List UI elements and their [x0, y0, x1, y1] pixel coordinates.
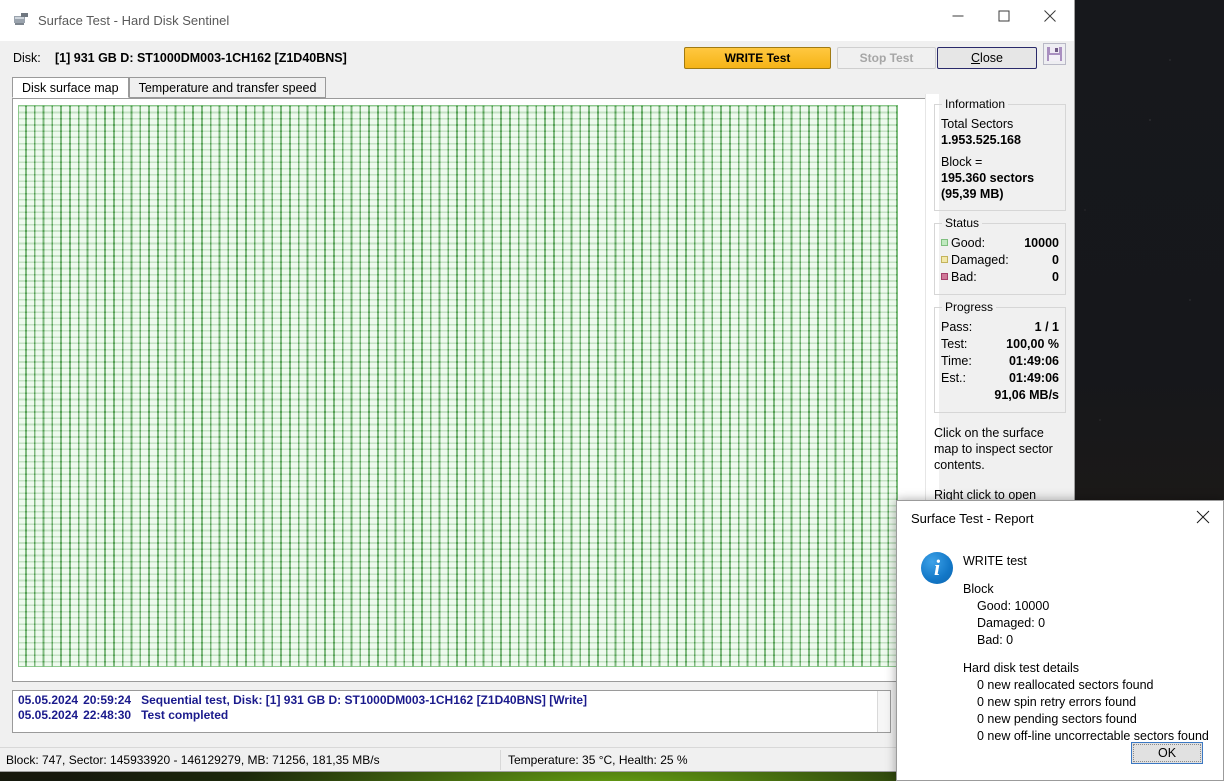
block-size: (95,39 MB) [941, 187, 1004, 201]
information-legend: Information [942, 97, 1009, 111]
report-dialog-close-button[interactable] [1183, 501, 1223, 533]
good-label-text: Good: [951, 236, 986, 250]
report-heading: WRITE test [963, 554, 1027, 568]
progress-row-speed: 91,06 MB/s [941, 387, 1059, 404]
damaged-swatch-icon [941, 256, 948, 263]
test-label: Test: [941, 337, 968, 351]
info-icon: i [921, 552, 953, 584]
status-group: Status Good: 10000 Damaged: 0 Bad: 0 [934, 216, 1066, 295]
maximize-icon [998, 10, 1010, 21]
total-sectors-label: Total Sectors [941, 117, 1014, 131]
bad-swatch-icon [941, 273, 948, 280]
time-value: 01:49:06 [1008, 354, 1059, 368]
maximize-button[interactable] [981, 0, 1027, 31]
log-time: 22:48:30 [83, 708, 132, 722]
status-damaged-label: Damaged: [941, 252, 1009, 269]
good-swatch-icon [941, 239, 948, 246]
status-bar-block-info: Block: 747, Sector: 145933920 - 14612927… [6, 753, 380, 767]
damaged-label-text: Damaged: [951, 253, 1009, 267]
close-button-rest: lose [980, 51, 1003, 65]
click-hint-text: Click on the surface map to inspect sect… [934, 426, 1053, 472]
stop-test-button[interactable]: Stop Test [837, 47, 936, 69]
status-bad-label: Bad: [941, 269, 977, 286]
progress-row-time: Time: 01:49:06 [941, 353, 1059, 370]
progress-row-pass: Pass: 1 / 1 [941, 319, 1059, 336]
status-good-label: Good: [941, 235, 985, 252]
report-block-heading: Block [963, 582, 994, 596]
pass-value: 1 / 1 [1034, 320, 1059, 334]
status-good-value: 10000 [1024, 236, 1059, 250]
report-detail-reallocated: 0 new reallocated sectors found [977, 678, 1154, 692]
disk-toolbar: Disk: [1] 931 GB D: ST1000DM003-1CH162 [… [0, 42, 1074, 75]
disk-value: [1] 931 GB D: ST1000DM003-1CH162 [Z1D40B… [55, 51, 347, 65]
status-row-bad: Bad: 0 [941, 269, 1059, 286]
status-row-good: Good: 10000 [941, 235, 1059, 252]
report-block-good: Good: 10000 [977, 599, 1050, 613]
status-bar-health-info: Temperature: 35 °C, Health: 25 % [508, 753, 688, 767]
minimize-button[interactable] [935, 0, 981, 31]
disk-surface-map-panel[interactable] [12, 94, 939, 682]
log-text: Sequential test, Disk: [1] 931 GB D: ST1… [141, 693, 588, 707]
log-scrollbar[interactable] [877, 691, 890, 732]
progress-row-est: Est.: 01:49:06 [941, 370, 1059, 387]
log-date: 05.05.2024 [18, 708, 79, 722]
block-label: Block = [941, 155, 983, 169]
status-bad-value: 0 [1052, 270, 1059, 284]
info-column: Information Total Sectors 1.953.525.168 … [934, 97, 1066, 503]
progress-legend: Progress [942, 300, 997, 314]
report-block-damaged: Damaged: 0 [977, 616, 1046, 630]
report-block-bad: Bad: 0 [977, 633, 1014, 647]
report-detail-spin-retry: 0 new spin retry errors found [977, 695, 1137, 709]
report-detail-pending: 0 new pending sectors found [977, 712, 1137, 726]
log-row: 05.05.2024 20:59:24 Sequential test, Disk:… [13, 691, 890, 708]
window-title: Surface Test - Hard Disk Sentinel [38, 13, 230, 28]
report-ok-button[interactable]: OK [1131, 742, 1203, 764]
surface-test-report-dialog: Surface Test - Report i WRITE test Block… [896, 500, 1224, 781]
status-row-damaged: Damaged: 0 [941, 252, 1059, 269]
tab-temperature-and-transfer-speed[interactable]: Temperature and transfer speed [128, 77, 327, 98]
close-dialog-button[interactable]: Close [937, 47, 1037, 69]
close-icon [1196, 510, 1210, 524]
est-value: 01:49:06 [1008, 371, 1059, 385]
report-dialog-body: WRITE test Block Good: 10000 Damaged: 0 … [963, 553, 1215, 745]
status-legend: Status [942, 216, 983, 230]
status-damaged-value: 0 [1052, 253, 1059, 267]
log-text: Test completed [141, 708, 229, 722]
pass-label: Pass: [941, 320, 973, 334]
close-button-accesskey: C [971, 51, 981, 65]
disk-label: Disk: [13, 51, 41, 65]
test-value: 100,00 % [1006, 337, 1059, 351]
block-value: 195.360 sectors [941, 171, 1035, 185]
close-icon [1044, 9, 1056, 22]
tab-disk-surface-map[interactable]: Disk surface map [12, 77, 129, 98]
speed-value: 91,06 MB/s [994, 388, 1059, 402]
log-panel[interactable]: 05.05.2024 20:59:24 Sequential test, Disk:… [12, 690, 891, 733]
save-report-button[interactable] [1043, 43, 1066, 65]
status-bar-separator [500, 750, 501, 770]
log-row: 05.05.2024 22:48:30 Test completed [13, 708, 890, 723]
close-button[interactable] [1027, 0, 1073, 31]
progress-row-test: Test: 100,00 % [941, 336, 1059, 353]
progress-group: Progress Pass: 1 / 1 Test: 100,00 % Time… [934, 300, 1066, 413]
bad-label-text: Bad: [951, 270, 977, 284]
log-date: 05.05.2024 [18, 693, 79, 707]
window-titlebar: Surface Test - Hard Disk Sentinel [0, 0, 1074, 42]
info-icon-glyph: i [933, 555, 941, 580]
floppy-save-icon [1047, 47, 1062, 61]
log-time: 20:59:24 [83, 693, 132, 707]
total-sectors-value: 1.953.525.168 [941, 133, 1021, 147]
report-dialog-title: Surface Test - Report [911, 511, 1034, 526]
write-test-button[interactable]: WRITE Test [684, 47, 831, 69]
disk-surface-map-grid[interactable] [18, 105, 898, 667]
est-label: Est.: [941, 371, 967, 385]
report-details-heading: Hard disk test details [963, 661, 1080, 675]
minimize-icon [952, 15, 964, 16]
information-group: Information Total Sectors 1.953.525.168 … [934, 97, 1066, 211]
time-label: Time: [941, 354, 972, 368]
disk-window-icon [14, 13, 29, 27]
tabstrip: Disk surface map Temperature and transfer… [12, 77, 327, 98]
